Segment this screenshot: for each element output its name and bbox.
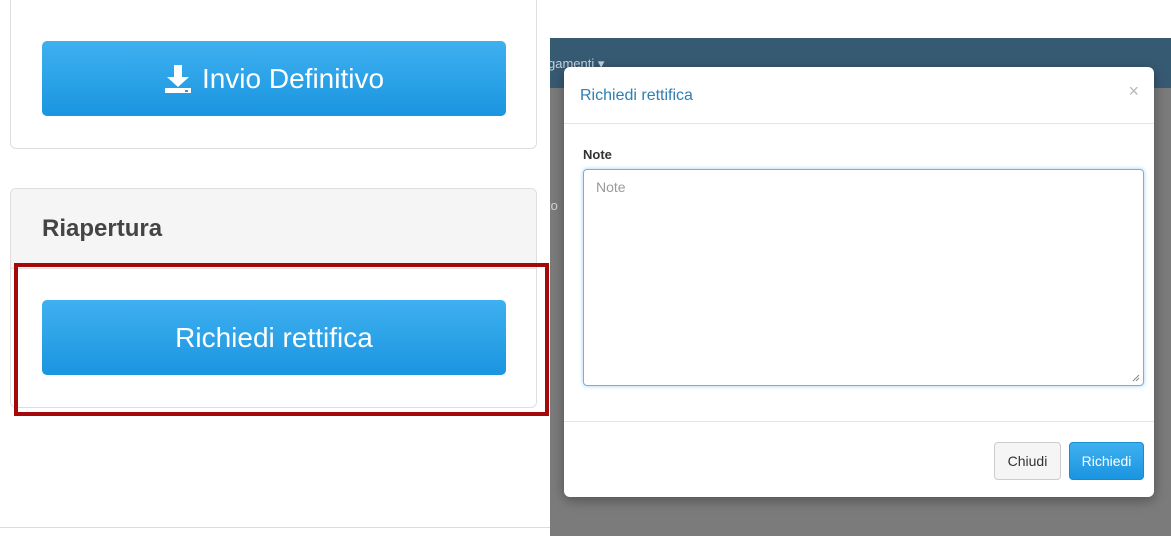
left-panel: Invio Definitivo Riapertura Richiedi ret… <box>0 0 550 536</box>
right-panel: gamenti ▾ to Richiedi rettifica × Note C… <box>550 0 1171 536</box>
modal-title: Richiedi rettifica <box>580 87 693 104</box>
modal-header: Richiedi rettifica × <box>564 67 1154 124</box>
highlight-box <box>14 263 549 416</box>
note-label: Note <box>583 147 612 162</box>
side-fragment: to <box>550 198 558 213</box>
rettifica-modal: Richiedi rettifica × Note Chiudi Richied… <box>564 67 1154 497</box>
modal-footer: Chiudi Richiedi <box>564 421 1154 497</box>
riapertura-heading: Riapertura <box>11 189 536 269</box>
resize-grip-icon[interactable] <box>1132 374 1140 382</box>
invio-definitivo-label: Invio Definitivo <box>201 62 385 94</box>
divider <box>0 527 550 528</box>
chiudi-button[interactable]: Chiudi <box>994 442 1061 480</box>
note-textarea[interactable] <box>583 169 1144 386</box>
invio-definitivo-button[interactable]: Invio Definitivo <box>42 41 506 116</box>
close-icon[interactable]: × <box>1128 81 1139 102</box>
download-icon <box>164 64 191 93</box>
richiedi-button[interactable]: Richiedi <box>1069 442 1144 480</box>
